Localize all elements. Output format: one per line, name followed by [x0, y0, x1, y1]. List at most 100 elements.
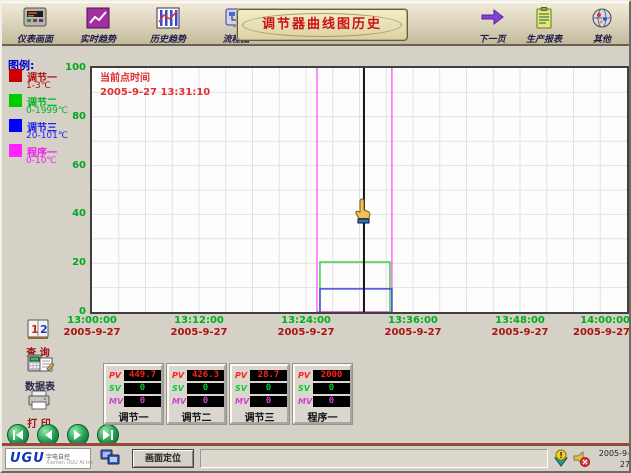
pv-label: PV: [235, 371, 247, 380]
x-tick: 13:12:00 2005-9-27: [164, 315, 234, 339]
other-button[interactable]: 其他: [573, 7, 631, 45]
sv-label: SV: [235, 384, 247, 393]
data-table-button[interactable]: 数据表: [14, 352, 66, 393]
panel-program-1[interactable]: PV2000 SV0 MV0 程序一: [293, 364, 352, 424]
pv-value: 449.7: [124, 370, 161, 381]
sv-value: 0: [313, 383, 350, 394]
x-tick-time: 13:00:00: [57, 315, 127, 327]
sv-label: SV: [172, 384, 184, 393]
next-page-button[interactable]: 下一页: [463, 7, 521, 45]
x-tick-time: 14:00:00: [560, 315, 630, 327]
other-globe-icon: [589, 7, 615, 31]
realtime-trend-icon: [85, 7, 111, 31]
sv-label: SV: [109, 384, 121, 393]
realtime-trend-button[interactable]: 实时趋势: [69, 7, 127, 45]
mv-value: 0: [187, 396, 224, 407]
y-tick: 20: [56, 257, 86, 268]
sv-value: 0: [187, 383, 224, 394]
trend-chart: [92, 68, 627, 312]
cursor-caption-title: 当前点时间: [100, 72, 210, 86]
panel-name: 调节一: [106, 409, 161, 424]
system-clock: 2005-9-27 13:34:26: [592, 448, 630, 473]
page-title-plaque: 调节器曲线图历史: [236, 8, 408, 41]
panel-regulator-2[interactable]: PV426.3 SV0 MV0 调节二: [167, 364, 226, 424]
x-tick-date: 2005-9-27: [485, 327, 555, 339]
production-report-label: 生产报表: [515, 32, 573, 45]
panel-name: 调节二: [169, 409, 224, 424]
vendor-logo: UGU 宇电自控 Xiamen UGU AI Inc: [5, 448, 91, 469]
legend-range-4: 0-10℃: [26, 156, 57, 166]
panel-regulator-3[interactable]: PV28.7 SV0 MV0 调节三: [230, 364, 289, 424]
panel-name: 调节三: [232, 409, 287, 424]
x-tick: 13:36:00 2005-9-27: [378, 315, 448, 339]
panel-regulator-1[interactable]: PV449.7 SV0 MV0 调节一: [104, 364, 163, 424]
sv-value: 0: [250, 383, 287, 394]
pv-label: PV: [298, 371, 310, 380]
mv-label: MV: [109, 397, 123, 406]
svg-text:2: 2: [40, 323, 48, 336]
printer-icon: [13, 390, 65, 415]
x-tick-time: 13:24:00: [271, 315, 341, 327]
next-page-label: 下一页: [463, 32, 521, 45]
x-tick: 13:00:00 2005-9-27: [57, 315, 127, 339]
y-tick: 60: [56, 160, 86, 171]
x-tick: 14:00:00 2005-9-27: [560, 315, 630, 339]
statusbar-recess: [200, 449, 548, 468]
data-table-icon: [14, 352, 66, 378]
x-tick-time: 13:36:00: [378, 315, 448, 327]
instrument-screen-button[interactable]: 仪表画面: [6, 7, 64, 45]
x-tick: 13:48:00 2005-9-27: [485, 315, 555, 339]
instrument-screen-label: 仪表画面: [6, 32, 64, 45]
pv-label: PV: [172, 371, 184, 380]
sv-value: 0: [124, 383, 161, 394]
query-calendar-icon: 12: [12, 318, 64, 344]
mv-label: MV: [298, 397, 312, 406]
legend-range-1: 1-3℃: [26, 81, 51, 91]
panel-name: 程序一: [295, 409, 350, 424]
x-tick-date: 2005-9-27: [164, 327, 234, 339]
page-title: 调节器曲线图历史: [238, 10, 406, 39]
next-page-arrow-icon: [479, 7, 505, 31]
screen-locate-button[interactable]: 画面定位: [132, 449, 194, 468]
x-tick-date: 2005-9-27: [378, 327, 448, 339]
sv-label: SV: [298, 384, 310, 393]
production-report-icon: [531, 7, 557, 31]
pv-label: PV: [109, 371, 121, 380]
hmi-window: 仪表画面 实时趋势 历史趋势 流程图 调节器曲线图历史: [0, 0, 631, 473]
history-trend-button[interactable]: 历史趋势: [139, 7, 197, 45]
cursor-caption: 当前点时间 2005-9-27 13:31:10: [100, 72, 210, 100]
pv-value: 426.3: [187, 370, 224, 381]
svg-text:1: 1: [31, 323, 39, 336]
other-label: 其他: [573, 32, 631, 45]
cursor-caption-datetime: 2005-9-27 13:31:10: [100, 86, 210, 100]
trend-plot-area[interactable]: 当前点时间 2005-9-27 13:31:10: [90, 66, 629, 314]
mv-value: 0: [250, 396, 287, 407]
mv-label: MV: [235, 397, 249, 406]
production-report-button[interactable]: 生产报表: [515, 7, 573, 45]
svg-text:!: !: [559, 451, 563, 460]
instrument-screen-icon: [22, 7, 48, 31]
legend-swatch-2: [9, 94, 22, 107]
vendor-logo-sub-en: Xiamen UGU AI Inc: [46, 460, 93, 466]
alarm-status-icon[interactable]: !: [553, 449, 571, 467]
cursor-hand-icon[interactable]: [353, 198, 375, 226]
x-tick-time: 13:12:00: [164, 315, 234, 327]
sound-muted-icon[interactable]: [572, 449, 590, 467]
mv-label: MV: [172, 397, 186, 406]
pv-value: 2000: [313, 370, 350, 381]
legend-swatch-1: [9, 69, 22, 82]
mv-value: 0: [124, 396, 161, 407]
computer-taskbar-icon[interactable]: [100, 448, 126, 469]
legend-swatch-3: [9, 119, 22, 132]
y-tick: 40: [56, 208, 86, 219]
statusbar-top-divider: [2, 443, 631, 446]
x-tick-date: 2005-9-27: [57, 327, 127, 339]
x-tick-date: 2005-9-27: [271, 327, 341, 339]
legend-range-3: 20-101℃: [26, 131, 68, 141]
history-trend-icon: [155, 7, 181, 31]
x-tick-time: 13:48:00: [485, 315, 555, 327]
top-toolbar: 仪表画面 实时趋势 历史趋势 流程图 调节器曲线图历史: [2, 2, 629, 46]
y-tick: 100: [56, 62, 86, 73]
realtime-trend-label: 实时趋势: [69, 32, 127, 45]
mv-value: 0: [313, 396, 350, 407]
